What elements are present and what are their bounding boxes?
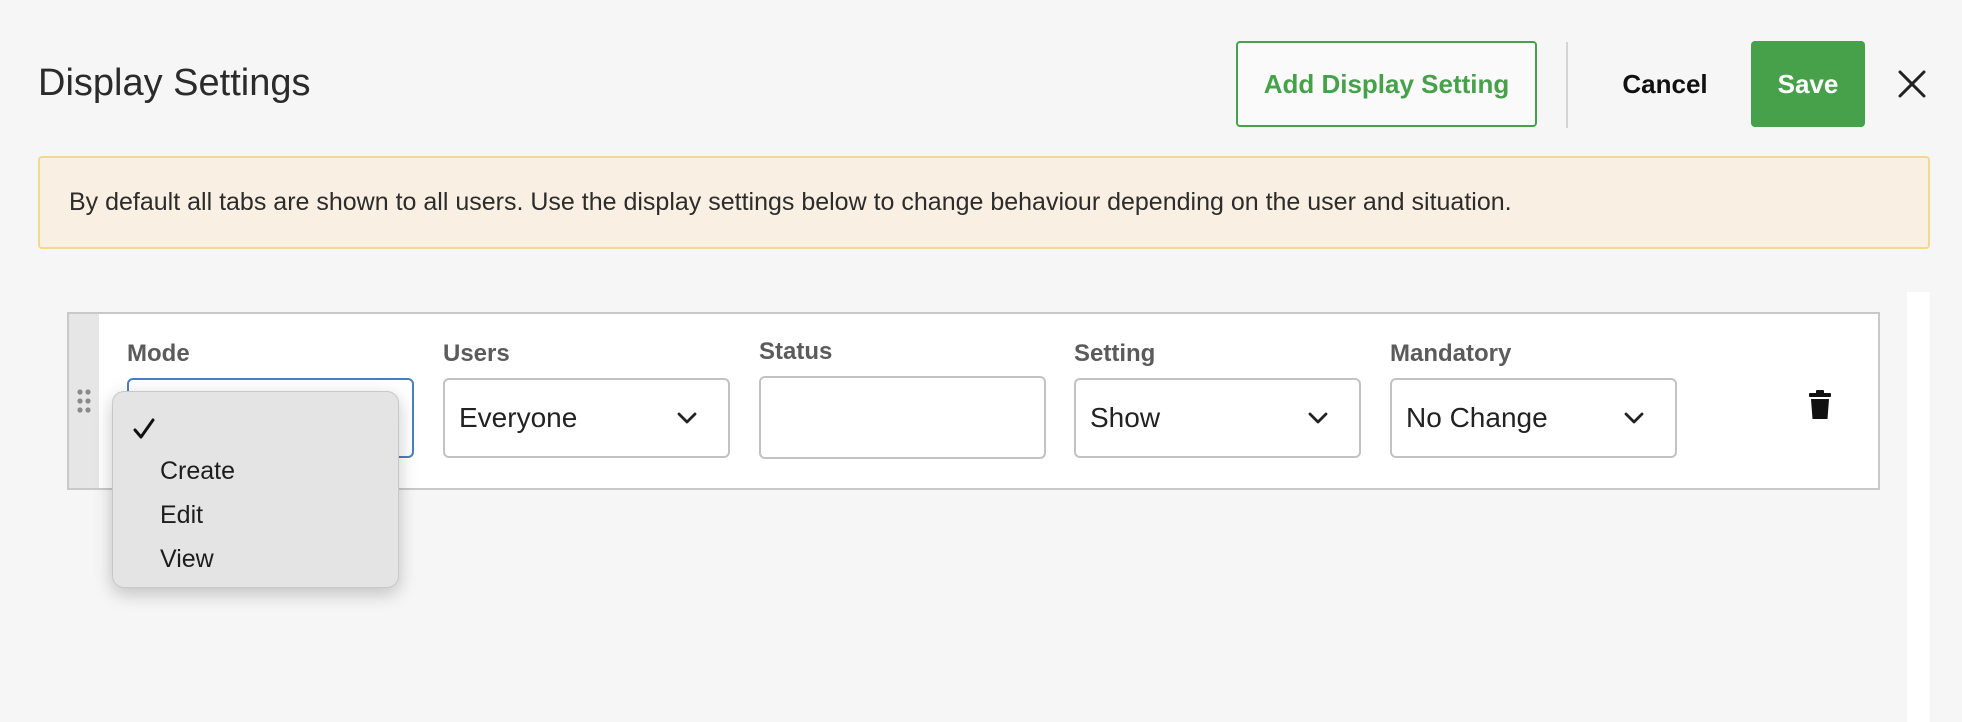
status-input[interactable] xyxy=(759,376,1046,459)
close-icon xyxy=(1898,70,1926,98)
mode-option-label: Edit xyxy=(160,500,204,529)
mode-option-edit[interactable]: Edit xyxy=(113,493,398,537)
mode-option-label: View xyxy=(160,544,214,573)
setting-label: Setting xyxy=(1074,340,1156,367)
setting-select-value: Show xyxy=(1090,402,1161,433)
save-button[interactable]: Save xyxy=(1751,41,1865,127)
chevron-down-icon xyxy=(677,412,697,424)
users-select-value: Everyone xyxy=(459,402,578,433)
mode-option-view[interactable]: View xyxy=(113,537,398,581)
cancel-button[interactable]: Cancel xyxy=(1602,41,1728,127)
users-label: Users xyxy=(443,340,510,367)
checkmark-icon xyxy=(133,418,155,439)
drag-handle-icon xyxy=(77,389,91,413)
close-button[interactable] xyxy=(1890,62,1934,106)
mode-option-blank[interactable] xyxy=(113,402,398,446)
add-display-setting-button[interactable]: Add Display Setting xyxy=(1236,41,1537,127)
info-banner-text: By default all tabs are shown to all use… xyxy=(69,188,1512,216)
chevron-down-icon xyxy=(1308,412,1328,424)
mode-dropdown-menu: Create Edit View xyxy=(112,391,399,588)
header-divider xyxy=(1566,42,1568,128)
mode-option-label: Create xyxy=(160,456,236,485)
setting-select[interactable]: Show xyxy=(1074,378,1361,458)
trash-icon xyxy=(1809,390,1831,419)
users-select[interactable]: Everyone xyxy=(443,378,730,458)
display-settings-page: Display Settings Add Display Setting Can… xyxy=(0,0,1962,722)
delete-row-button[interactable] xyxy=(1803,388,1837,422)
scrollbar-track[interactable] xyxy=(1907,292,1930,722)
page-title: Display Settings xyxy=(38,62,311,104)
info-banner: By default all tabs are shown to all use… xyxy=(38,156,1930,249)
drag-handle[interactable] xyxy=(69,314,99,488)
status-label: Status xyxy=(759,338,833,365)
mandatory-select[interactable]: No Change xyxy=(1390,378,1677,458)
mode-label: Mode xyxy=(127,340,190,367)
mandatory-label: Mandatory xyxy=(1390,340,1512,367)
mandatory-select-value: No Change xyxy=(1406,402,1548,433)
chevron-down-icon xyxy=(1624,412,1644,424)
mode-option-create[interactable]: Create xyxy=(113,449,398,493)
